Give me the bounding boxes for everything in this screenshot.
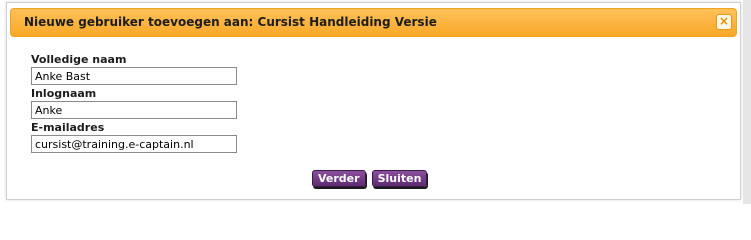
dialog-buttons: Verder Sluiten bbox=[312, 170, 428, 187]
email-input[interactable] bbox=[31, 135, 237, 153]
close-icon[interactable]: × bbox=[716, 14, 732, 30]
login-name-label: Inlognaam bbox=[31, 87, 97, 100]
email-label: E-mailadres bbox=[31, 121, 105, 134]
next-button[interactable]: Verder bbox=[312, 170, 366, 187]
full-name-label: Volledige naam bbox=[31, 53, 127, 66]
close-button[interactable]: Sluiten bbox=[371, 170, 428, 187]
dialog-title: Nieuwe gebruiker toevoegen aan: Cursist … bbox=[24, 15, 437, 29]
user-form: Volledige naam Inlognaam E-mailadres bbox=[31, 53, 237, 155]
login-name-input[interactable] bbox=[31, 101, 237, 119]
page: Nieuwe gebruiker toevoegen aan: Cursist … bbox=[0, 0, 751, 204]
dialog-titlebar: Nieuwe gebruiker toevoegen aan: Cursist … bbox=[10, 8, 737, 37]
add-user-dialog: Nieuwe gebruiker toevoegen aan: Cursist … bbox=[6, 2, 741, 200]
full-name-input[interactable] bbox=[31, 67, 237, 85]
background-strip bbox=[743, 0, 751, 204]
